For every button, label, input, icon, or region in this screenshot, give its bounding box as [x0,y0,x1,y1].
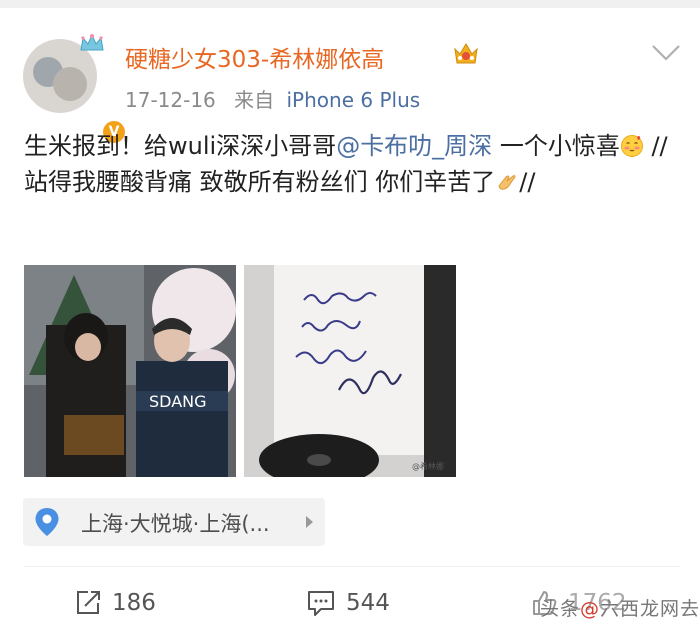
post-date: 17-12-16 [125,88,216,112]
comment-count: 544 [346,590,390,616]
watermark-suffix: 去 [680,598,700,620]
comment-icon [308,591,334,616]
watermark-site: 六西龙网 [600,598,681,620]
comment-button[interactable]: 544 [306,588,390,618]
top-bar [0,0,700,8]
repost-icon [77,591,100,614]
clapping-hands-icon [498,175,516,190]
divider [24,566,680,567]
post-text: 生米报到！给wuli深深小哥哥@卡布叻_周深 一个小惊喜 //站得我腰酸背痛 致… [24,128,682,200]
svg-text:SDANG: SDANG [149,392,207,411]
post-text-part: // [519,168,536,196]
post-photo-1[interactable]: SDANG [24,265,236,477]
mention-link[interactable]: @卡布叻_周深 [336,132,492,160]
crown-icon [80,33,104,51]
repost-count: 186 [112,590,156,616]
location-chip[interactable]: 上海·大悦城·上海(... [23,498,325,546]
post-photo-2[interactable]: @希林娜 [244,265,456,477]
repost-button[interactable]: 186 [74,588,156,618]
photo-2-image: @希林娜 [244,265,456,477]
avatar[interactable]: V [23,33,127,145]
photo-2-watermark: @希林娜 [412,461,444,471]
chevron-right-icon [306,516,313,528]
chevron-down-icon[interactable] [651,44,681,62]
watermark-prefix: 头条 [540,598,581,620]
username[interactable]: 硬糖少女303-希林娜依高 [125,40,384,74]
vip-badge-icon[interactable] [452,41,480,67]
post-meta: 17-12-16 来自 iPhone 6 Plus [125,84,420,113]
post-text-part: 生米报到！给wuli深深小哥哥 [24,132,337,160]
post-text-part: 一个小惊喜 [492,132,620,160]
blushing-face-icon [620,135,643,157]
source-watermark: 头条@六西龙网去 [540,594,700,621]
source-prefix: 来自 [234,88,275,112]
watermark-highlight: @ [580,598,601,620]
location-pin-icon [35,508,59,536]
location-label: 上海·大悦城·上海(... [81,512,270,536]
source-device[interactable]: iPhone 6 Plus [287,88,421,112]
photo-1-image: SDANG [24,265,236,477]
